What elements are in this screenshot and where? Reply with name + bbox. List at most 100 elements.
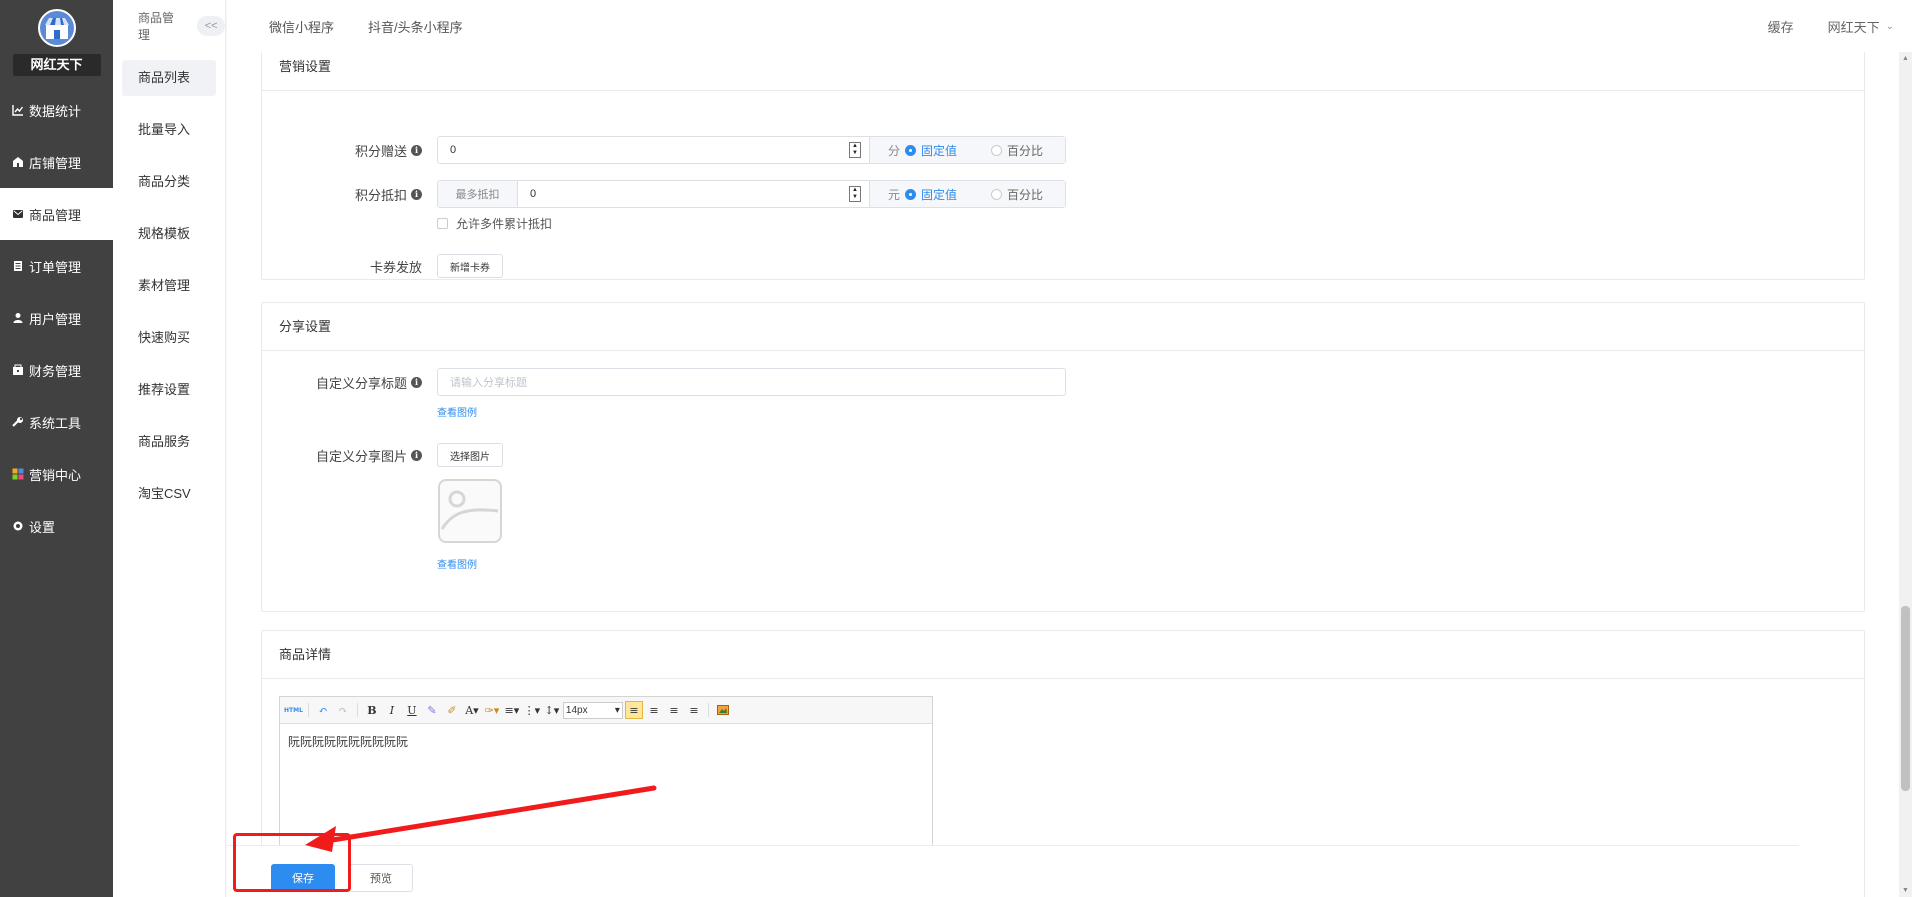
image-placeholder-icon[interactable] (438, 479, 502, 543)
radio-fixed-value[interactable]: 固定值 (905, 142, 957, 159)
bold-icon[interactable]: B (363, 701, 381, 719)
preview-button[interactable]: 预览 (349, 864, 413, 892)
points-deduct-input[interactable]: 0 (518, 181, 849, 207)
submenu-item-quick-buy[interactable]: 快速购买 (113, 312, 225, 364)
undo-icon[interactable]: ↶ (314, 701, 332, 719)
points-deduct-unit-area: 元 固定值 百分比 (869, 181, 1065, 207)
submenu-title: 商品管理 (138, 11, 175, 42)
font-size-select[interactable]: 14px ▾ (562, 701, 623, 719)
line-height-icon[interactable]: ↕▾ (543, 701, 561, 719)
label-text: 卡券发放 (369, 259, 422, 275)
points-gift-unit-area: 分 固定值 百分比 (869, 137, 1065, 163)
page-scrollbar[interactable]: ▲ ▼ (1899, 52, 1912, 897)
align-justify-icon[interactable]: ≡ (685, 701, 703, 719)
radio-fixed-value[interactable]: 固定值 (905, 186, 957, 203)
scroll-up-icon[interactable]: ▲ (1899, 52, 1912, 65)
label-text: 积分抵扣 (354, 187, 407, 203)
main-content: 营销设置 积分赠送 i 0 ▲ ▼ 分 固定值 百分比 积分抵扣 i 最多抵扣 0… (227, 52, 1899, 897)
collapse-button[interactable]: << (197, 16, 225, 36)
submenu-item-category[interactable]: 商品分类 (113, 156, 225, 208)
points-deduct-input-group: 最多抵扣 0 ▲ ▼ 元 固定值 百分比 (437, 180, 1066, 208)
align-left-icon[interactable]: ≡ (624, 701, 643, 719)
marketing-settings-card: 营销设置 积分赠送 i 0 ▲ ▼ 分 固定值 百分比 积分抵扣 i 最多抵扣 0… (261, 52, 1865, 280)
chevron-down-icon: ⌄ (1885, 20, 1894, 32)
font-color-icon[interactable]: A▾ (463, 701, 481, 719)
nav-item-products[interactable]: 商品管理 (0, 188, 113, 240)
select-image-button[interactable]: 选择图片 (437, 443, 503, 467)
nav-item-users[interactable]: 用户管理 (0, 292, 113, 344)
info-icon[interactable]: i (411, 144, 422, 156)
italic-icon[interactable]: I (383, 701, 401, 719)
align-center-icon[interactable]: ≡ (645, 701, 663, 719)
points-deduct-label: 积分抵扣 i (262, 186, 422, 203)
card-title: 商品详情 (262, 631, 1864, 679)
nav-item-settings[interactable]: 设置 (0, 500, 113, 552)
redo-icon[interactable]: ↷ (334, 701, 352, 719)
submenu-item-recommend[interactable]: 推荐设置 (113, 364, 225, 416)
info-icon[interactable]: i (411, 449, 422, 461)
nav-label: 营销中心 (29, 467, 82, 483)
editor-toolbar: HTML ↶ ↷ B I U ✎ ✐ A▾ ✑▾ ≡▾ ⋮▾ ↕▾ 14px ▾ … (280, 697, 932, 724)
info-icon[interactable]: i (411, 376, 422, 388)
points-gift-input[interactable]: 0 (438, 137, 849, 163)
nav-item-finance[interactable]: 财务管理 (0, 344, 113, 396)
align-right-icon[interactable]: ≡ (665, 701, 683, 719)
main-sidebar: 网红天下 数据统计 店铺管理 商品管理 订单管理 用户管理 财务管理 系统工具 … (0, 0, 113, 897)
submenu-item-batch-import[interactable]: 批量导入 (113, 104, 225, 156)
radio-percent[interactable]: 百分比 (991, 142, 1043, 159)
submenu-item-spec-template[interactable]: 规格模板 (113, 208, 225, 260)
scroll-down-icon[interactable]: ▼ (1899, 884, 1912, 897)
insert-image-icon[interactable] (714, 701, 732, 719)
custom-share-title-label: 自定义分享标题 i (262, 374, 422, 391)
nav-item-orders[interactable]: 订单管理 (0, 240, 113, 292)
top-bar: 微信小程序 抖音/头条小程序 缓存 网红天下 ⌄ (227, 0, 1912, 52)
radio-dot (905, 188, 917, 200)
number-spinner[interactable]: ▲ ▼ (849, 186, 861, 202)
submenu-item-material[interactable]: 素材管理 (113, 260, 225, 312)
tab-wechat-miniprogram[interactable]: 微信小程序 (269, 17, 334, 36)
nav-label: 财务管理 (29, 363, 82, 379)
cache-button[interactable]: 缓存 (1768, 17, 1794, 36)
tab-douyin-miniprogram[interactable]: 抖音/头条小程序 (368, 17, 463, 36)
underline-icon[interactable]: U (403, 701, 421, 719)
nav-label: 商品管理 (29, 207, 82, 223)
allow-multi-deduct-checkbox[interactable] (437, 218, 448, 229)
nav-label: 店铺管理 (29, 155, 82, 171)
submenu-item-taobao-csv[interactable]: 淘宝CSV (113, 468, 225, 520)
label-text: 自定义分享标题 (315, 375, 407, 391)
nav-item-system-tools[interactable]: 系统工具 (0, 396, 113, 448)
submenu-item-service[interactable]: 商品服务 (113, 416, 225, 468)
add-coupon-button[interactable]: 新增卡券 (437, 254, 503, 278)
info-icon[interactable]: i (411, 188, 422, 200)
highlight-icon[interactable]: ✑▾ (483, 701, 501, 719)
view-example-link[interactable]: 查看图例 (437, 556, 477, 571)
chart-line-icon (11, 103, 25, 117)
order-icon (11, 259, 25, 273)
nav-item-store[interactable]: 店铺管理 (0, 136, 113, 188)
nav-item-data-stats[interactable]: 数据统计 (0, 84, 113, 136)
custom-share-title-input[interactable]: 请输入分享标题 (437, 368, 1066, 396)
editor-content[interactable]: 阮阮阮阮阮阮阮阮阮阮 (280, 724, 932, 759)
points-gift-input-group: 0 ▲ ▼ 分 固定值 百分比 (437, 136, 1066, 164)
nav-label: 订单管理 (29, 259, 82, 275)
user-menu[interactable]: 网红天下 ⌄ (1828, 17, 1894, 36)
ordered-list-icon[interactable]: ≡▾ (503, 701, 521, 719)
custom-share-image-label: 自定义分享图片 i (262, 447, 422, 464)
format-brush-icon[interactable]: ✐ (443, 701, 461, 719)
submenu-item-product-list[interactable]: 商品列表 (122, 60, 216, 96)
store-logo (37, 9, 76, 47)
share-settings-card: 分享设置 自定义分享标题 i 请输入分享标题 查看图例 自定义分享图片 i 选择… (261, 302, 1865, 612)
nav-label: 数据统计 (29, 103, 82, 119)
radio-label: 百分比 (1007, 143, 1044, 158)
nav-item-marketing[interactable]: 营销中心 (0, 448, 113, 500)
eraser-icon[interactable]: ✎ (423, 701, 441, 719)
scroll-thumb[interactable] (1901, 606, 1910, 791)
html-source-icon[interactable]: HTML (284, 701, 303, 719)
allow-multi-deduct-row[interactable]: 允许多件累计抵扣 (437, 215, 552, 232)
view-example-link[interactable]: 查看图例 (437, 404, 477, 419)
user-name: 网红天下 (1827, 19, 1880, 35)
unordered-list-icon[interactable]: ⋮▾ (523, 701, 541, 719)
wrench-icon (11, 415, 25, 429)
radio-percent[interactable]: 百分比 (991, 186, 1043, 203)
number-spinner[interactable]: ▲ ▼ (849, 142, 861, 158)
